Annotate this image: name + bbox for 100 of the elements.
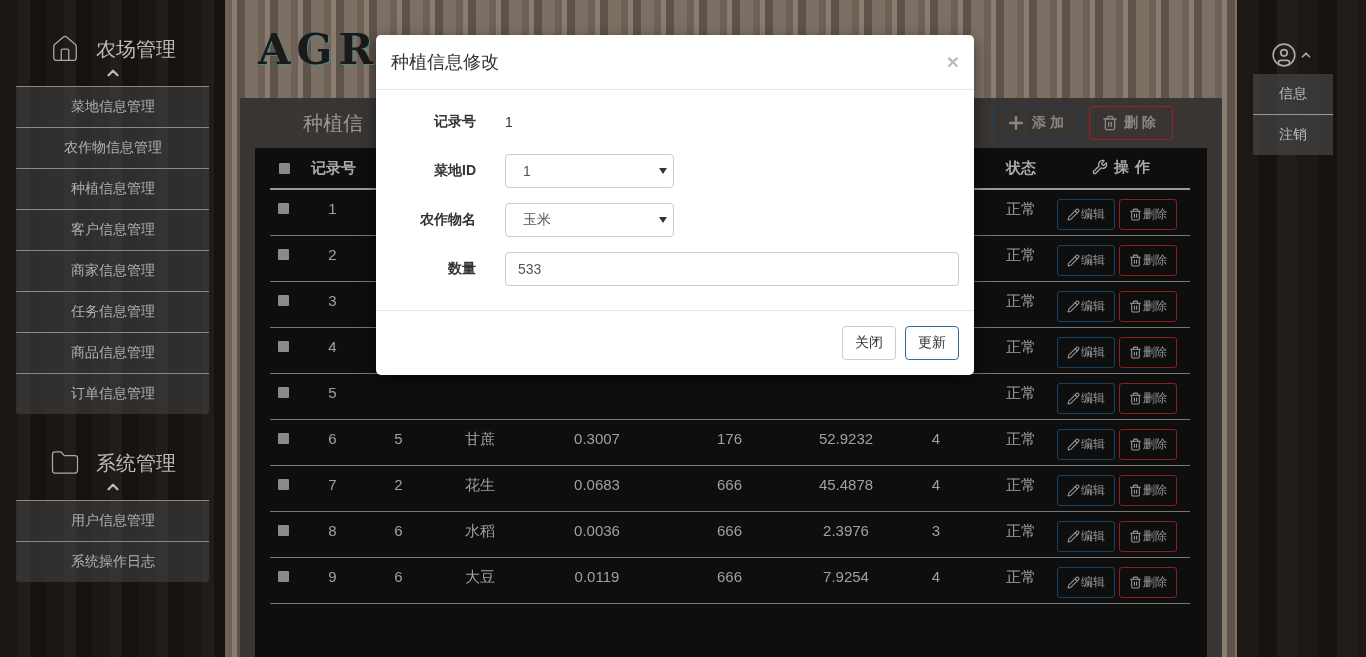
pencil-icon [1067, 208, 1080, 221]
checkbox[interactable] [278, 478, 289, 490]
delete-button[interactable]: 删除 [1119, 428, 1177, 460]
column-header: 记录号 [298, 148, 368, 189]
caret-down-icon [659, 168, 667, 174]
table-cell: 7 [328, 475, 337, 493]
sidebar-item[interactable]: 农作物信息管理 [16, 127, 209, 168]
checkbox[interactable] [278, 386, 289, 398]
table-cell: 6 [394, 521, 403, 539]
field-value: 1 [505, 114, 513, 130]
pencil-icon [1067, 345, 1080, 359]
table-cell: 8 [328, 521, 337, 539]
checkbox[interactable] [278, 570, 289, 582]
trash-icon [1129, 391, 1142, 405]
table-cell: 正常 [1005, 383, 1036, 401]
column-header: 状态 [985, 148, 1057, 189]
checkbox[interactable] [278, 524, 289, 536]
edit-button[interactable]: 编辑 [1057, 244, 1115, 276]
sidebar-item[interactable]: 任务信息管理 [16, 291, 209, 332]
edit-button[interactable]: 编辑 [1057, 474, 1115, 506]
table-cell: 正常 [1005, 475, 1036, 493]
user-icon[interactable] [1271, 42, 1297, 68]
sidebar-item[interactable]: 种植信息管理 [16, 168, 209, 209]
table-cell: 0.0119 [574, 567, 620, 585]
trash-icon [1129, 575, 1142, 589]
update-button[interactable]: 更新 [905, 326, 959, 360]
table-cell: 正常 [1005, 337, 1036, 355]
table-cell: 花生 [465, 475, 495, 493]
dialog-title: 种植信息修改 [391, 51, 499, 74]
checkbox[interactable] [278, 294, 289, 306]
input-field[interactable]: 533 [505, 252, 959, 286]
table-cell: 2.3976 [823, 521, 869, 539]
table-cell: 2 [394, 475, 403, 493]
trash-icon [1129, 437, 1142, 451]
sidebar-item[interactable]: 用户信息管理 [16, 500, 209, 541]
table-cell: 正常 [1005, 245, 1036, 263]
select-field[interactable]: 1 [505, 154, 674, 188]
trash-icon [1129, 529, 1142, 543]
table-cell: 3 [328, 291, 337, 309]
table-cell: 正常 [1005, 200, 1036, 217]
delete-button[interactable]: 删除 [1119, 244, 1177, 276]
delete-button[interactable]: 删除 [1119, 336, 1177, 368]
edit-button[interactable]: 编辑 [1057, 290, 1115, 322]
table-cell: 666 [717, 521, 742, 539]
table-cell: 0.0683 [574, 475, 620, 493]
sidebar-item[interactable]: 菜地信息管理 [16, 86, 209, 127]
delete-button[interactable]: 删除 [1119, 520, 1177, 552]
table-cell: 45.4878 [818, 475, 874, 493]
sidebar-item[interactable]: 系统操作日志 [16, 541, 209, 582]
checkbox[interactable] [278, 340, 289, 352]
table-cell: 甘蔗 [465, 429, 495, 447]
table-cell: 2 [328, 245, 337, 263]
close-dialog-button[interactable]: 关闭 [842, 326, 896, 360]
table-cell: 水稻 [465, 521, 495, 539]
panel-title: 种植信 [303, 110, 363, 136]
sidebar-item[interactable]: 客户信息管理 [16, 209, 209, 250]
delete-button[interactable]: 删除 [1119, 290, 1177, 322]
table-cell: 176 [717, 429, 742, 447]
edit-button[interactable]: 编辑 [1057, 428, 1115, 460]
table-cell: 6 [328, 429, 337, 447]
table-cell: 4 [931, 475, 941, 493]
section-title: 系统管理 [95, 450, 176, 476]
edit-button[interactable]: 编辑 [1057, 520, 1115, 552]
pencil-icon [1067, 299, 1080, 313]
edit-button[interactable]: 编辑 [1057, 336, 1115, 368]
edit-button[interactable]: 编辑 [1057, 566, 1115, 598]
trash-icon [1129, 299, 1142, 313]
field-label: 菜地ID [433, 162, 476, 180]
edit-button[interactable]: 编辑 [1057, 199, 1115, 230]
checkbox[interactable] [278, 432, 289, 444]
checkbox[interactable] [278, 162, 290, 174]
checkbox[interactable] [278, 203, 289, 214]
trash-icon [1129, 345, 1142, 359]
table-cell: 666 [717, 475, 742, 493]
menu-item[interactable]: 信息 [1253, 74, 1333, 114]
sidebar-item[interactable]: 商品信息管理 [16, 332, 209, 373]
sidebar-item[interactable]: 订单信息管理 [16, 373, 209, 414]
section-title: 农场管理 [95, 36, 176, 62]
table-cell: 大豆 [465, 567, 495, 585]
delete-button[interactable]: 删除 [1119, 474, 1177, 506]
checkbox[interactable] [278, 248, 289, 260]
sidebar-item[interactable]: 商家信息管理 [16, 250, 209, 291]
delete-button[interactable]: 删除 [1119, 199, 1177, 230]
table-cell: 正常 [1005, 521, 1036, 539]
caret-down-icon [659, 217, 667, 223]
table-cell: 5 [328, 383, 337, 401]
select-field[interactable]: 玉米 [505, 203, 674, 237]
plus-icon [1006, 113, 1026, 133]
field-label: 记录号 [432, 113, 476, 131]
table-cell: 正常 [1005, 567, 1036, 585]
delete-button[interactable]: 删除 [1119, 382, 1177, 414]
pencil-icon [1067, 483, 1080, 497]
field-label: 农作物名 [419, 211, 476, 229]
table-cell: 0.0036 [574, 521, 620, 539]
delete-button[interactable]: 删除 [1119, 566, 1177, 598]
table-cell: 5 [394, 429, 403, 447]
menu-item[interactable]: 注销 [1253, 114, 1333, 155]
wrench-icon [1091, 159, 1108, 176]
edit-button[interactable]: 编辑 [1057, 382, 1115, 414]
trash-icon [1102, 115, 1118, 131]
